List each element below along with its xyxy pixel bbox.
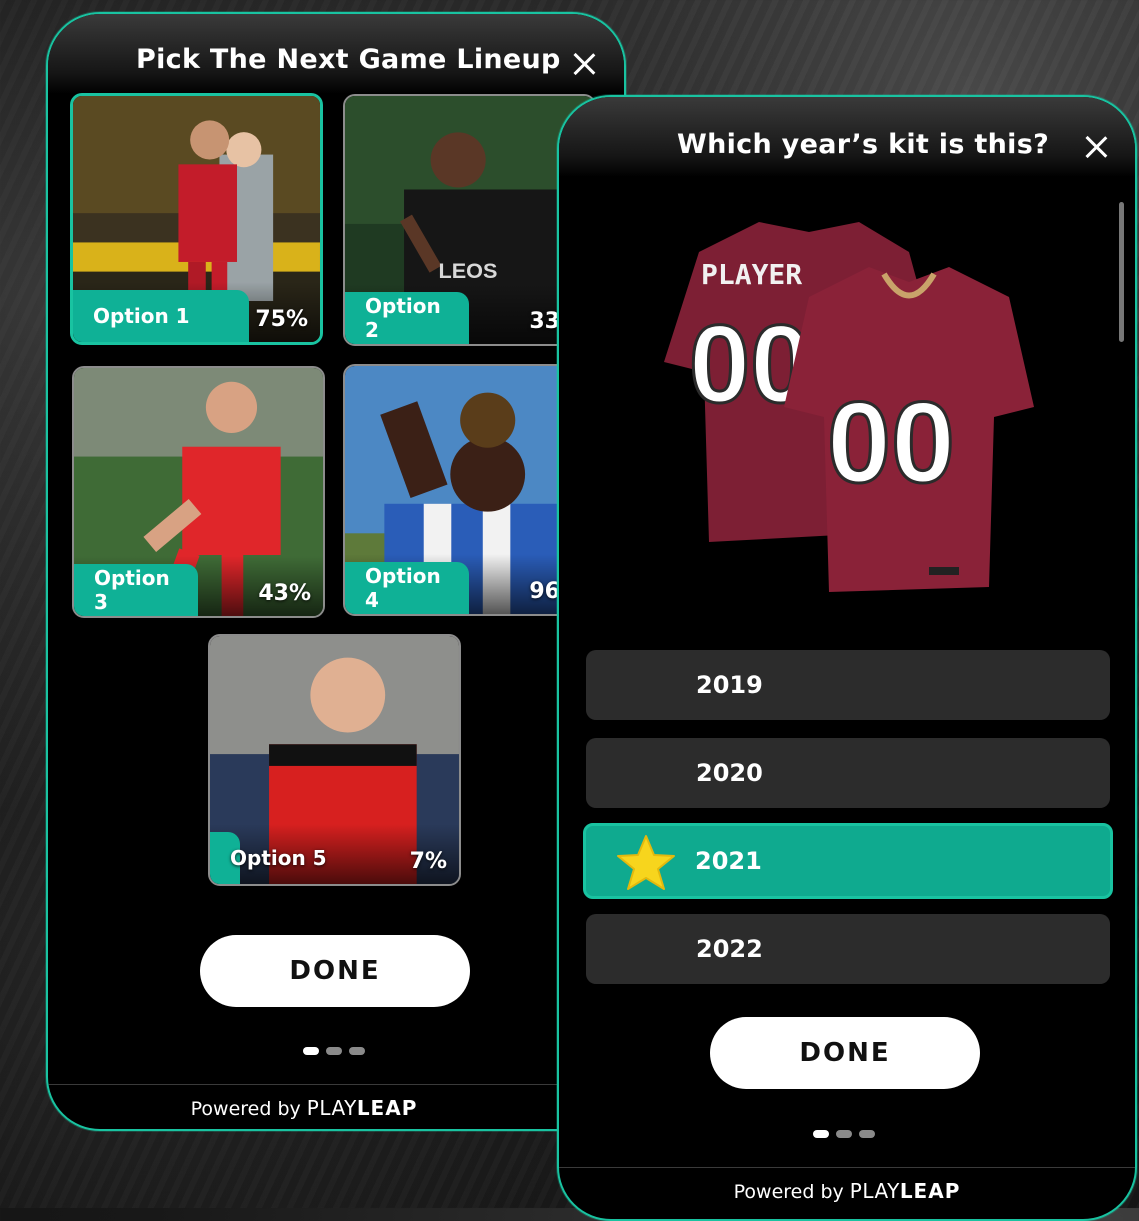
done-button[interactable]: DONE (710, 1017, 980, 1089)
page-dot-active[interactable] (303, 1047, 319, 1055)
playleap-logo[interactable]: PLAYLEAP (307, 1096, 418, 1120)
page-indicator (303, 1047, 365, 1055)
page-indicator (813, 1130, 875, 1138)
powered-by-footer: Powered by PLAYLEAP (559, 1179, 1135, 1203)
svg-text:LEOS: LEOS (438, 258, 497, 283)
page-dot[interactable] (326, 1047, 342, 1055)
brand-light: PLAY (306, 1096, 357, 1120)
brand-bold: LEAP (899, 1179, 961, 1203)
answer-option-2020[interactable]: 2020 (586, 738, 1110, 808)
option-percent: 75% (255, 307, 308, 332)
star-icon (617, 835, 675, 890)
option-label: Option 3 (74, 564, 198, 616)
option-label: Option 4 (345, 562, 469, 614)
lineup-poll-widget: Pick The Next Game Lineup Option 1 75% L… (46, 12, 626, 1131)
answer-label: 2020 (696, 759, 763, 787)
footer-divider (559, 1167, 1135, 1168)
option-tile-5[interactable]: Option 5 7% (208, 634, 461, 886)
answer-label: 2019 (696, 671, 763, 699)
close-icon[interactable] (571, 51, 597, 77)
answer-label: 2022 (696, 935, 763, 963)
powered-by-footer: Powered by PLAYLEAP (48, 1096, 624, 1120)
jersey-number-text: 00 (827, 379, 955, 507)
answer-option-2019[interactable]: 2019 (586, 650, 1110, 720)
option-percent: 43% (258, 581, 311, 606)
footer-divider (48, 1084, 624, 1085)
kit-year-quiz-widget: Which year’s kit is this? PLAYER 00 00 2… (557, 95, 1137, 1221)
jersey-image: PLAYER 00 00 (664, 222, 1034, 592)
option-label: Option 5 (230, 846, 327, 870)
powered-by-text: Powered by (733, 1181, 844, 1203)
answer-option-2021[interactable]: 2021 (583, 823, 1113, 899)
widget-title: Which year’s kit is this? (677, 129, 1050, 160)
option-tile-1[interactable]: Option 1 75% (70, 93, 323, 345)
widget-title: Pick The Next Game Lineup (136, 44, 561, 75)
option-percent: 7% (409, 849, 447, 874)
brand-bold: LEAP (356, 1096, 418, 1120)
done-button[interactable]: DONE (200, 935, 470, 1007)
option-label: Option 1 (73, 290, 249, 342)
brand-light: PLAY (849, 1179, 900, 1203)
page-dot-active[interactable] (813, 1130, 829, 1138)
jersey-name-text: PLAYER (701, 258, 802, 291)
option-tile-3[interactable]: Option 3 43% (72, 366, 325, 618)
close-icon[interactable] (1083, 134, 1109, 160)
option-label: Option 2 (345, 292, 469, 344)
playleap-logo[interactable]: PLAYLEAP (850, 1179, 961, 1203)
answer-option-2022[interactable]: 2022 (586, 914, 1110, 984)
answer-label: 2021 (695, 847, 762, 875)
scrollbar[interactable] (1119, 202, 1124, 342)
powered-by-text: Powered by (190, 1098, 301, 1120)
page-dot[interactable] (349, 1047, 365, 1055)
page-dot[interactable] (836, 1130, 852, 1138)
page-dot[interactable] (859, 1130, 875, 1138)
